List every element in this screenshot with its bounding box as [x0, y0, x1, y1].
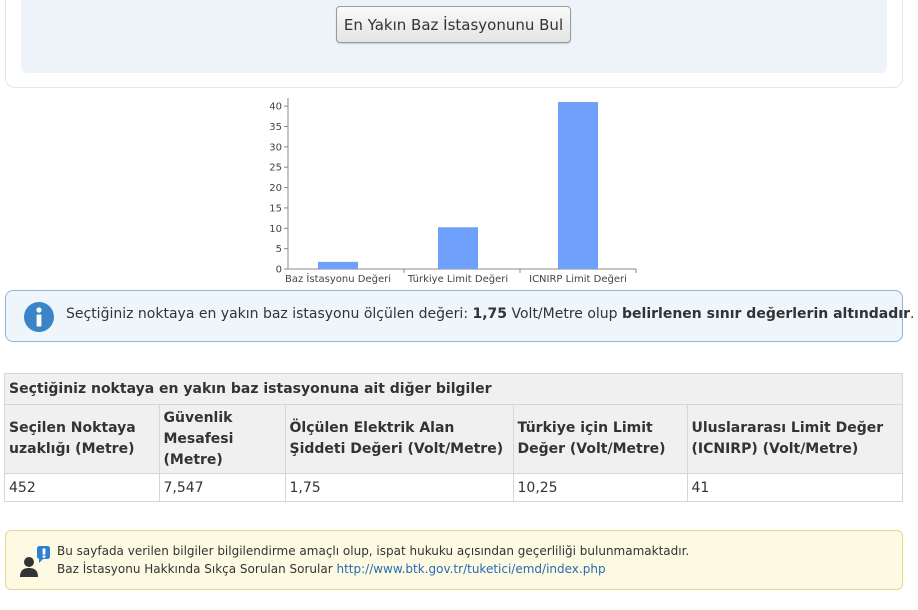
- y-axis: 0 5 10 15 20 25 30 35 40: [269, 98, 289, 276]
- disclaimer-box: Bu sayfada verilen bilgiler bilgilendirm…: [5, 530, 903, 590]
- bar: [558, 102, 598, 269]
- bars: [318, 102, 598, 269]
- y-tick-label: 15: [269, 203, 282, 214]
- y-tick-label: 35: [269, 122, 282, 133]
- faq-link[interactable]: http://www.btk.gov.tr/tuketici/emd/index…: [336, 562, 605, 576]
- disclaimer-text: Bu sayfada verilen bilgiler bilgilendirm…: [57, 544, 690, 558]
- cell-safety-distance: 7,547: [159, 473, 286, 501]
- y-tick-label: 5: [276, 244, 282, 255]
- col-header-turkey-limit: Türkiye için Limit Değer (Volt/Metre): [513, 405, 688, 474]
- y-tick-label: 0: [276, 265, 282, 276]
- result-prefix: Seçtiğiniz noktaya en yakın baz istasyon…: [66, 306, 473, 322]
- faq-label: Baz İstasyonu Hakkında Sıkça Sorulan Sor…: [57, 562, 337, 576]
- col-header-icnirp-limit: Uluslararası Limit Değer (ICNIRP) (Volt/…: [687, 405, 902, 474]
- table-header-row: Seçilen Noktaya uzaklığı (Metre) Güvenli…: [5, 405, 902, 474]
- table-caption: Seçtiğiniz noktaya en yakın baz istasyon…: [5, 374, 902, 405]
- y-tick-label: 40: [269, 102, 282, 113]
- bar: [438, 227, 478, 269]
- cell-distance: 452: [5, 473, 160, 501]
- table-row: 452 7,547 1,75 10,25 41: [5, 473, 902, 501]
- col-header-distance: Seçilen Noktaya uzaklığı (Metre): [5, 405, 160, 474]
- cell-turkey-limit: 10,25: [513, 473, 688, 501]
- bar-chart: 0 5 10 15 20 25 30 35 40 Baz İstasyonu Değeri Tür…: [269, 98, 637, 285]
- bar: [318, 261, 358, 269]
- find-nearest-station-button[interactable]: En Yakın Baz İstasyonunu Bul: [336, 6, 571, 43]
- result-unit: Volt/Metre olup: [507, 306, 623, 322]
- cell-icnirp-limit: 41: [687, 473, 902, 501]
- x-tick-label: Baz İstasyonu Değeri: [285, 272, 391, 285]
- result-suffix: .: [909, 306, 915, 322]
- faq-line: Baz İstasyonu Hakkında Sıkça Sorulan Sor…: [57, 562, 606, 576]
- y-tick-label: 20: [269, 183, 282, 194]
- result-conclusion: belirlenen sınır değerlerin altındadır: [622, 306, 910, 322]
- col-header-safety-distance: Güvenlik Mesafesi (Metre): [159, 405, 286, 474]
- y-tick-label: 10: [269, 224, 282, 235]
- info-icon: [24, 302, 54, 332]
- result-text: Seçtiğiniz noktaya en yakın baz istasyon…: [66, 306, 914, 322]
- details-table: Seçtiğiniz noktaya en yakın baz istasyon…: [4, 373, 903, 502]
- user-alert-icon: [18, 545, 54, 579]
- cell-measured-field: 1,75: [285, 473, 514, 501]
- x-tick-label: Türkiye Limit Değeri: [407, 273, 508, 285]
- measured-value: 1,75: [472, 306, 508, 322]
- x-axis: Baz İstasyonu Değeri Türkiye Limit Değeri…: [285, 268, 637, 285]
- x-tick-label: ICNIRP Limit Değeri: [529, 273, 627, 285]
- y-tick-label: 30: [269, 142, 282, 153]
- y-tick-label: 25: [269, 163, 282, 174]
- col-header-measured-field: Ölçülen Elektrik Alan Şiddeti Değeri (Vo…: [285, 405, 514, 474]
- result-alert: Seçtiğiniz noktaya en yakın baz istasyon…: [5, 290, 914, 342]
